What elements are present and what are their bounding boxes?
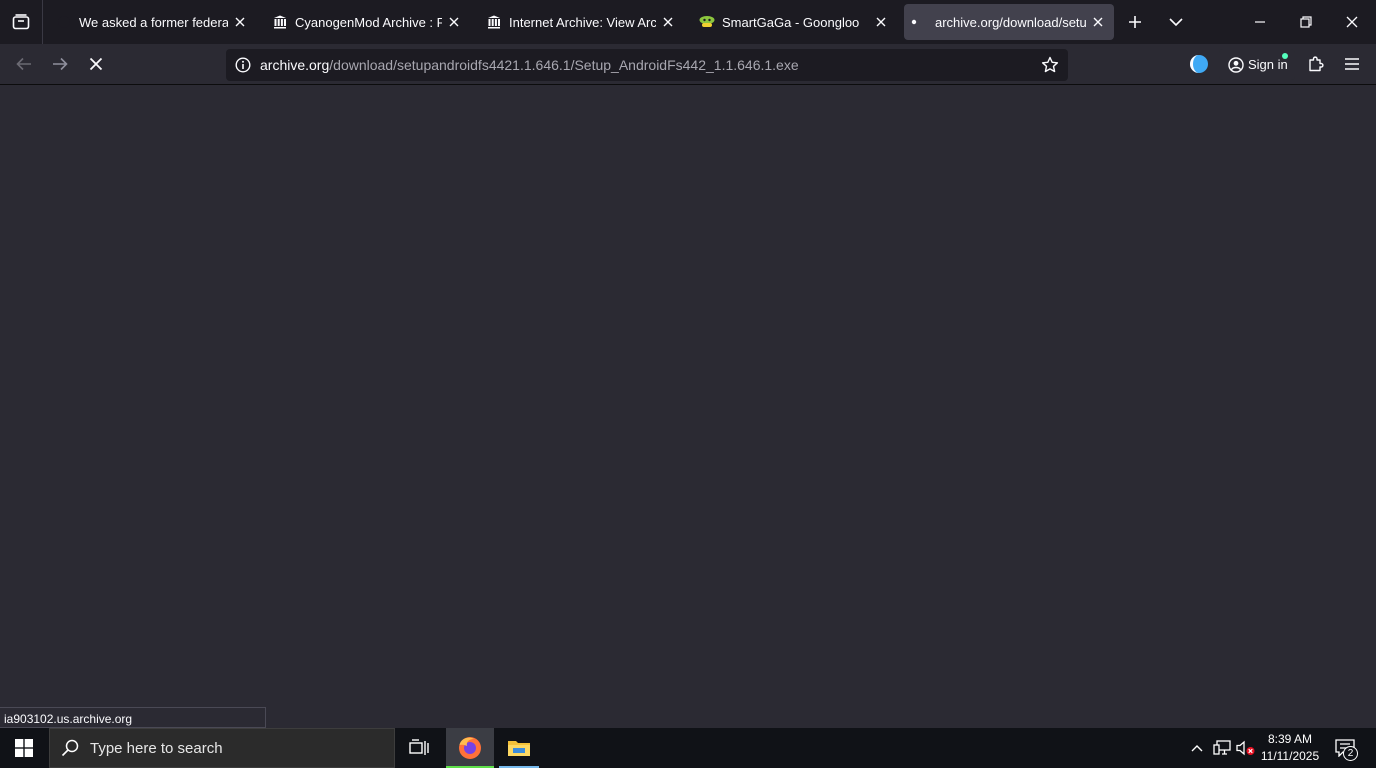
windows-taskbar: 8:39 AM 11/11/2025 2	[0, 728, 1376, 768]
sign-in-button[interactable]: Sign in	[1219, 49, 1295, 80]
dark-mode-extension-button[interactable]	[1183, 48, 1215, 80]
notification-count-badge: 2	[1343, 746, 1358, 761]
smartgaga-logo-icon	[699, 14, 715, 30]
firefox-view-icon	[12, 14, 30, 30]
close-tab-icon[interactable]	[873, 14, 889, 30]
close-tab-icon[interactable]	[1090, 14, 1106, 30]
tab-internet-archive[interactable]: Internet Archive: View Archive	[484, 4, 682, 40]
plus-icon	[1129, 16, 1141, 28]
new-tab-button[interactable]	[1119, 6, 1151, 38]
firefox-icon	[459, 737, 481, 759]
tab-title: archive.org/download/setupa	[935, 14, 1086, 30]
navigation-toolbar: archive.org/download/setupandroidfs4421.…	[0, 44, 1376, 85]
folder-icon	[508, 741, 530, 756]
puzzle-icon	[1309, 56, 1324, 72]
close-window-button[interactable]	[1329, 0, 1375, 44]
archive-building-icon	[486, 14, 502, 30]
stop-loading-button[interactable]	[80, 48, 112, 80]
bookmark-star-icon[interactable]	[1038, 53, 1062, 77]
tab-title: Internet Archive: View Archive	[509, 14, 656, 30]
action-center-button[interactable]: 2	[1330, 728, 1360, 768]
tab-former-federal-agent[interactable]: We asked a former federal ag	[54, 4, 254, 40]
clock-date: 11/11/2025	[1260, 749, 1320, 763]
close-tab-icon[interactable]	[232, 14, 248, 30]
loading-dot-icon	[906, 14, 922, 30]
network-icon	[1213, 740, 1231, 755]
taskbar-firefox[interactable]	[446, 728, 494, 768]
task-view-icon	[409, 739, 429, 755]
tab-smartgaga[interactable]: SmartGaGa - Goongloo	[697, 4, 895, 40]
restore-button[interactable]	[1283, 0, 1329, 44]
dark-mode-icon	[1190, 55, 1208, 73]
app-menu-button[interactable]	[1336, 48, 1368, 80]
stop-x-icon	[89, 57, 103, 71]
forward-button[interactable]	[44, 48, 76, 80]
tab-title: We asked a former federal ag	[79, 14, 228, 30]
page-content	[0, 85, 1376, 728]
close-icon	[1346, 16, 1358, 28]
taskbar-search-box[interactable]	[49, 728, 395, 768]
tab-cyanogenmod-archive[interactable]: CyanogenMod Archive : Free	[270, 4, 468, 40]
task-view-button[interactable]	[395, 728, 443, 768]
tab-title: SmartGaGa - Goongloo	[722, 14, 860, 30]
firefox-view-button[interactable]	[0, 0, 43, 44]
search-icon	[50, 739, 90, 757]
minimize-icon	[1255, 21, 1265, 23]
start-button[interactable]	[0, 728, 48, 768]
extensions-button[interactable]	[1300, 48, 1332, 80]
tab-title: CyanogenMod Archive : Free	[295, 14, 442, 30]
search-input[interactable]	[90, 739, 370, 757]
close-tab-icon[interactable]	[660, 14, 676, 30]
url-path: /download/setupandroidfs4421.1.646.1/Set…	[329, 57, 799, 73]
chevron-up-icon	[1191, 745, 1203, 752]
tab-bar: We asked a former federal ag CyanogenMod…	[0, 0, 1376, 44]
site-info-icon[interactable]	[228, 57, 258, 73]
forward-arrow-icon	[53, 57, 68, 71]
network-button[interactable]	[1210, 728, 1234, 768]
taskbar-clock[interactable]: 8:39 AM 11/11/2025	[1252, 731, 1328, 765]
chevron-down-icon	[1169, 18, 1183, 27]
site-favicon-icon	[56, 14, 72, 30]
hamburger-menu-icon	[1345, 58, 1359, 70]
tab-archive-download[interactable]: archive.org/download/setupa	[904, 4, 1114, 40]
minimize-button[interactable]	[1237, 0, 1283, 44]
show-hidden-icons-button[interactable]	[1186, 728, 1208, 768]
list-all-tabs-button[interactable]	[1160, 6, 1192, 38]
url-domain: archive.org	[260, 57, 330, 73]
clock-time: 8:39 AM	[1267, 732, 1313, 746]
url-text[interactable]: archive.org/download/setupandroidfs4421.…	[260, 57, 799, 73]
close-tab-icon[interactable]	[446, 14, 462, 30]
windows-logo-icon	[15, 739, 33, 757]
back-arrow-icon	[16, 57, 31, 71]
archive-building-icon	[272, 14, 288, 30]
account-icon	[1228, 56, 1244, 73]
taskbar-file-explorer[interactable]	[495, 728, 543, 768]
restore-icon	[1300, 16, 1312, 28]
notification-dot	[1282, 53, 1288, 59]
sign-in-label: Sign in	[1248, 57, 1288, 72]
back-button[interactable]	[8, 48, 40, 80]
status-panel: ia903102.us.archive.org	[0, 707, 266, 728]
address-bar[interactable]: archive.org/download/setupandroidfs4421.…	[226, 49, 1068, 81]
